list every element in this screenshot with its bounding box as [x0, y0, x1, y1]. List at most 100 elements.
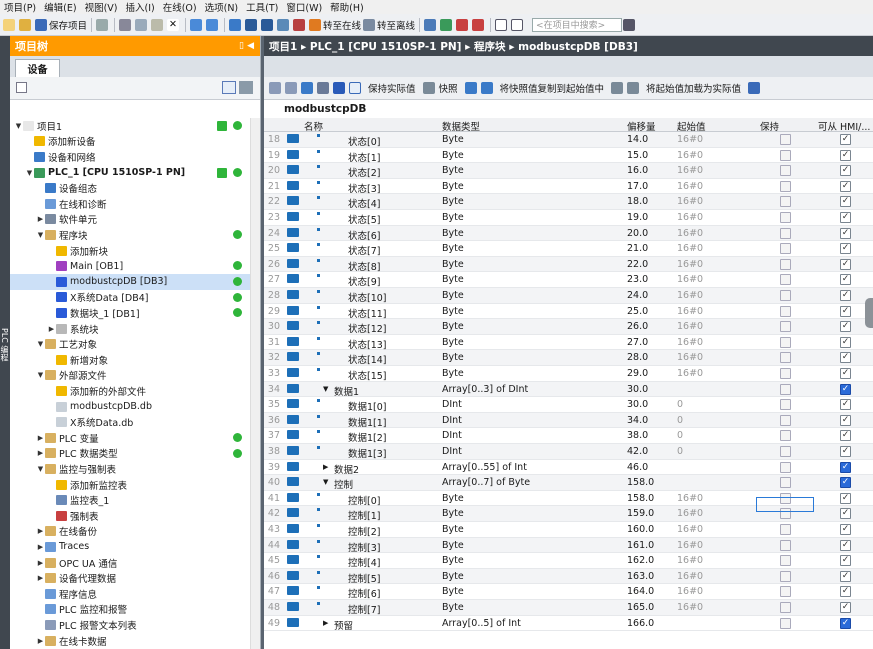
start-cpu-icon[interactable] — [440, 17, 454, 33]
col-name[interactable]: 名称 — [304, 119, 323, 133]
paste-snapshot-icon[interactable] — [480, 80, 495, 96]
retain-checkbox[interactable] — [780, 477, 791, 489]
selected-cell[interactable] — [756, 497, 814, 512]
hmi-accessible-checkbox[interactable]: ✓ — [840, 430, 851, 442]
menu-item[interactable]: 帮助(H) — [326, 0, 368, 14]
save-project-button[interactable]: 保存项目 — [35, 17, 87, 33]
menu-item[interactable]: 工具(T) — [242, 0, 282, 14]
table-row[interactable]: 39 ▶ 数据2 Array[0..55] of Int 46.0 ✓ — [264, 460, 873, 476]
hmi-accessible-checkbox[interactable]: ✓ — [840, 539, 851, 551]
tree-item[interactable]: ▶ 系统块 — [10, 321, 250, 337]
hmi-accessible-checkbox[interactable]: ✓ — [840, 227, 851, 239]
table-row[interactable]: 28 状态[10] Byte 24.0 16#0 ✓ — [264, 288, 873, 304]
table-row[interactable]: 43 控制[2] Byte 160.0 16#0 ✓ — [264, 522, 873, 538]
hmi-accessible-checkbox[interactable]: ✓ — [840, 461, 851, 473]
col-hmi[interactable]: 可从 HMI/... — [818, 119, 870, 133]
hmi-accessible-checkbox[interactable]: ✓ — [840, 524, 851, 535]
open-project-icon[interactable] — [19, 17, 33, 33]
table-row[interactable]: 45 控制[4] Byte 162.0 16#0 ✓ — [264, 553, 873, 569]
row-expand-icon[interactable]: ▼ — [323, 385, 328, 393]
keep-actual-button[interactable]: 保持实际值 — [368, 80, 416, 96]
table-row[interactable]: 26 状态[8] Byte 22.0 16#0 ✓ — [264, 256, 873, 273]
expand-toggle-icon[interactable]: ▼ — [36, 231, 45, 239]
retain-checkbox[interactable] — [780, 274, 791, 286]
tree-item[interactable]: ▶ 设备代理数据 — [10, 570, 250, 586]
tree-item[interactable]: ▶ Traces — [10, 539, 250, 555]
table-row[interactable]: 24 状态[6] Byte 20.0 16#0 ✓ — [264, 225, 873, 242]
table-row[interactable]: 49 ▶ 预留 Array[0..5] of Int 166.0 ✓ — [264, 616, 873, 632]
col-offset[interactable]: 偏移量 — [627, 119, 656, 133]
tree-item[interactable]: 新增对象 — [10, 352, 250, 368]
table-row[interactable]: 19 状态[1] Byte 15.0 16#0 ✓ — [264, 148, 873, 164]
hmi-accessible-checkbox[interactable]: ✓ — [840, 570, 851, 582]
table-row[interactable]: 36 数据1[1] DInt 34.0 0 ✓ — [264, 412, 873, 429]
table-row[interactable]: 18 状态[0] Byte 14.0 16#0 ✓ — [264, 132, 873, 148]
hmi-accessible-checkbox[interactable]: ✓ — [840, 165, 851, 177]
hmi-accessible-checkbox[interactable]: ✓ — [840, 134, 851, 145]
split-horizontal-icon[interactable] — [495, 17, 509, 33]
tree-item[interactable]: ▶ 在线备份 — [10, 524, 250, 540]
table-row[interactable]: 27 状态[9] Byte 23.0 16#0 ✓ — [264, 272, 873, 288]
download-icon[interactable] — [245, 17, 259, 33]
tree-item[interactable]: 添加新监控表 — [10, 477, 250, 493]
tree-item[interactable]: 强制表 — [10, 508, 250, 524]
table-row[interactable]: 29 状态[11] Byte 25.0 16#0 ✓ — [264, 304, 873, 320]
tree-detail-icon[interactable] — [239, 81, 253, 94]
snapshot-icon[interactable] — [422, 80, 437, 96]
expand-toggle-icon[interactable]: ▶ — [36, 543, 45, 551]
expand-icon[interactable] — [301, 80, 315, 96]
retain-checkbox[interactable] — [780, 461, 791, 473]
table-row[interactable]: 25 状态[7] Byte 21.0 16#0 ✓ — [264, 241, 873, 257]
tree-item[interactable]: X系统Data [DB4] — [10, 290, 250, 306]
table-row[interactable]: 44 控制[3] Byte 161.0 16#0 ✓ — [264, 537, 873, 554]
retain-checkbox[interactable] — [780, 524, 791, 535]
retain-checkbox[interactable] — [780, 555, 791, 567]
retain-checkbox[interactable] — [780, 180, 791, 192]
undo-icon[interactable] — [190, 17, 204, 33]
retain-checkbox[interactable] — [780, 243, 791, 255]
table-row[interactable]: 32 状态[14] Byte 28.0 16#0 ✓ — [264, 350, 873, 366]
tree-item[interactable]: 设备组态 — [10, 180, 250, 196]
table-row[interactable]: 23 状态[5] Byte 19.0 16#0 ✓ — [264, 210, 873, 226]
tree-item[interactable]: ▼ PLC_1 [CPU 1510SP-1 PN] — [10, 165, 250, 181]
row-expand-icon[interactable]: ▶ — [323, 463, 328, 471]
menu-item[interactable]: 在线(O) — [159, 0, 201, 14]
hmi-accessible-checkbox[interactable]: ✓ — [840, 243, 851, 255]
retain-checkbox[interactable] — [780, 430, 791, 442]
col-start[interactable]: 起始值 — [677, 119, 706, 133]
retain-checkbox[interactable] — [780, 336, 791, 348]
expand-toggle-icon[interactable]: ▶ — [36, 559, 45, 567]
menu-item[interactable]: 选项(N) — [201, 0, 243, 14]
tab-devices[interactable]: 设备 — [15, 59, 60, 77]
more-tools-icon[interactable] — [748, 80, 762, 96]
expand-toggle-icon[interactable]: ▶ — [36, 527, 45, 535]
table-row[interactable]: 47 控制[6] Byte 164.0 16#0 ✓ — [264, 584, 873, 600]
cross-ref-icon[interactable] — [472, 17, 486, 33]
add-row-icon[interactable] — [285, 80, 299, 96]
retain-checkbox[interactable] — [780, 368, 791, 379]
hmi-accessible-checkbox[interactable]: ✓ — [840, 368, 851, 379]
hmi-accessible-checkbox[interactable]: ✓ — [840, 321, 851, 333]
tree-item[interactable]: ▶ OPC UA 通信 — [10, 555, 250, 571]
table-row[interactable]: 22 状态[4] Byte 18.0 16#0 ✓ — [264, 194, 873, 210]
retain-checkbox[interactable] — [780, 586, 791, 598]
retain-checkbox[interactable] — [780, 352, 791, 364]
insert-row-icon[interactable] — [269, 80, 283, 96]
tree-item[interactable]: ▶ PLC 变量 — [10, 430, 250, 446]
cut-icon[interactable] — [119, 17, 133, 33]
hmi-accessible-checkbox[interactable]: ✓ — [840, 212, 851, 223]
retain-checkbox[interactable] — [780, 196, 791, 208]
tree-item[interactable]: ▼ 监控与强制表 — [10, 461, 250, 477]
hmi-accessible-checkbox[interactable]: ✓ — [840, 258, 851, 270]
table-row[interactable]: 37 数据1[2] DInt 38.0 0 ✓ — [264, 428, 873, 444]
menu-item[interactable]: 窗口(W) — [282, 0, 326, 14]
expand-toggle-icon[interactable]: ▶ — [36, 434, 45, 442]
collapse-panel-icon[interactable]: ▯ ◀ — [239, 41, 254, 51]
tree-item[interactable]: 程序信息 — [10, 586, 250, 602]
expand-toggle-icon[interactable]: ▶ — [36, 637, 45, 645]
tree-item[interactable]: ▼ 项目1 — [10, 118, 250, 134]
retain-checkbox[interactable] — [780, 383, 791, 395]
expand-toggle-icon[interactable]: ▼ — [36, 340, 45, 348]
tree-item[interactable]: ▶ PLC 数据类型 — [10, 446, 250, 462]
table-row[interactable]: 30 状态[12] Byte 26.0 16#0 ✓ — [264, 319, 873, 335]
